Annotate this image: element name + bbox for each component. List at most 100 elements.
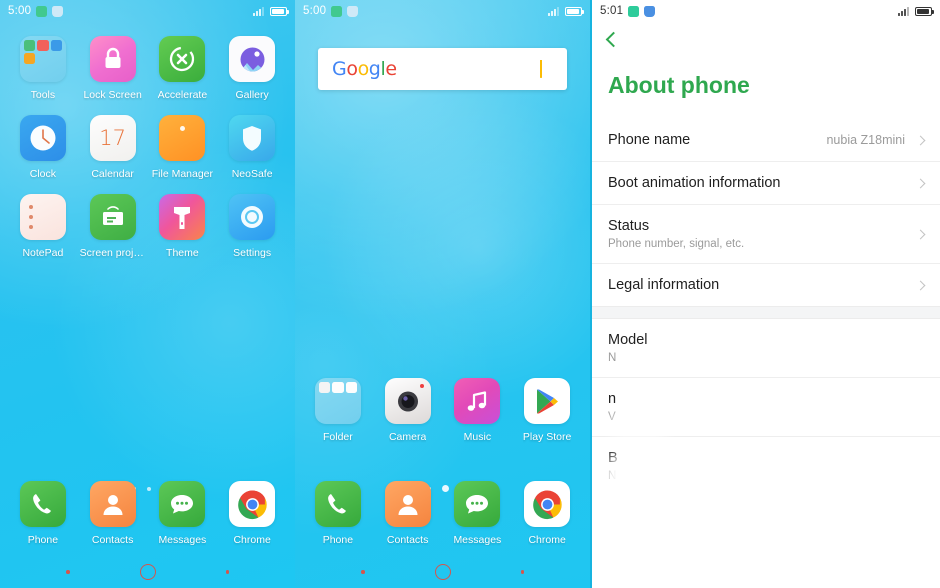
dock-item-phone[interactable]: Phone — [8, 481, 78, 546]
app-screen-projection[interactable]: Screen proje… — [78, 194, 148, 259]
calendar-day: 17 — [99, 126, 126, 150]
app-grid: Tools Lock Screen Accelerate Gallery Clo — [0, 22, 295, 259]
setting-row-legal-information[interactable]: Legal information — [592, 264, 940, 306]
app-grid-page-2: Folder Camera Music Play Store — [295, 378, 590, 443]
contacts-icon — [89, 481, 136, 527]
row-title: B — [608, 450, 618, 466]
battery-icon — [565, 6, 584, 16]
dock-item-messages[interactable]: Messages — [148, 481, 218, 546]
dock-item-chrome[interactable]: Chrome — [512, 481, 582, 546]
row-title: n — [608, 391, 617, 407]
gallery-sync-icon — [331, 5, 343, 17]
app-notepad[interactable]: NotePad — [8, 194, 78, 259]
gallery-sync-icon — [36, 5, 48, 17]
setting-row-phone-name[interactable]: Phone name nubia Z18mini — [592, 119, 940, 162]
messages-icon — [159, 481, 206, 527]
status-bar-left: 5:01 — [600, 5, 656, 17]
app-folder[interactable]: Folder — [303, 378, 373, 443]
phone-icon — [314, 481, 361, 527]
status-time: 5:01 — [600, 5, 624, 17]
neosafe-shield-icon — [229, 115, 276, 161]
app-accelerate[interactable]: Accelerate — [148, 36, 218, 101]
row-title: Model — [608, 332, 648, 348]
theme-icon — [159, 194, 206, 240]
status-bar-right — [548, 6, 584, 16]
shield-icon — [644, 5, 656, 17]
app-clock[interactable]: Clock — [8, 115, 78, 180]
nav-back-dot[interactable] — [66, 570, 70, 574]
status-bar: 5:00 — [0, 0, 295, 22]
home-screen-panel: 5:00 Tools Lock Screen Accelerate Galler… — [0, 0, 295, 588]
dock-label: Contacts — [91, 534, 134, 546]
setting-row-redacted-2[interactable]: n V — [592, 378, 940, 437]
dock-item-messages[interactable]: Messages — [443, 481, 513, 546]
settings-icon — [229, 194, 276, 240]
redaction-overlay-4 — [612, 536, 712, 556]
dock-label: Contacts — [386, 534, 429, 546]
app-label: Lock Screen — [83, 89, 142, 101]
gallery-sync-icon — [628, 5, 640, 17]
app-label: Clock — [29, 168, 56, 180]
setting-row-redacted-3[interactable]: B N — [592, 437, 940, 495]
signal-bars-icon — [253, 6, 264, 16]
row-subtitle: Phone number, signal, etc. — [608, 238, 745, 250]
google-folder-icon — [314, 378, 361, 424]
chevron-right-icon — [915, 178, 926, 188]
nav-back-dot[interactable] — [361, 570, 365, 574]
accelerate-icon — [159, 36, 206, 82]
home-button[interactable] — [139, 564, 156, 580]
app-label: Folder — [322, 431, 353, 443]
app-label: Settings — [233, 247, 272, 259]
back-chevron-icon[interactable] — [605, 31, 622, 48]
app-lock-screen[interactable]: Lock Screen — [78, 36, 148, 101]
dock-label: Chrome — [233, 534, 271, 546]
signal-bars-icon — [548, 6, 559, 16]
chevron-right-icon — [915, 280, 926, 290]
google-logo: Google — [332, 58, 397, 80]
chevron-right-icon — [915, 229, 926, 239]
app-label: Play Store — [522, 431, 572, 443]
app-neosafe[interactable]: NeoSafe — [217, 115, 287, 180]
app-file-manager[interactable]: File Manager — [148, 115, 218, 180]
dock-item-contacts[interactable]: Contacts — [373, 481, 443, 546]
battery-icon — [270, 6, 289, 16]
chrome-icon — [524, 481, 571, 527]
setting-row-boot-animation[interactable]: Boot animation information — [592, 162, 940, 205]
nav-recents-dot[interactable] — [225, 570, 229, 574]
home-screen-page-2-panel: 5:00 Google Folder Camera Music Play Sto… — [295, 0, 590, 588]
microphone-icon[interactable] — [540, 59, 553, 79]
setting-row-status[interactable]: Status Phone number, signal, etc. — [592, 205, 940, 264]
app-play-store[interactable]: Play Store — [512, 378, 582, 443]
dock-item-chrome[interactable]: Chrome — [217, 481, 287, 546]
app-label: Theme — [166, 247, 199, 259]
dock-label: Phone — [322, 534, 354, 546]
app-calendar[interactable]: 17 Calendar — [78, 115, 148, 180]
clock-icon — [19, 115, 66, 161]
row-value: nubia Z18mini — [826, 133, 905, 147]
row-title: Status — [608, 218, 650, 234]
home-button[interactable] — [434, 564, 451, 580]
tools-folder-icon — [19, 36, 66, 82]
app-theme[interactable]: Theme — [148, 194, 218, 259]
signal-bars-icon — [898, 6, 909, 16]
calendar-icon: 17 — [89, 115, 136, 161]
camera-icon — [384, 378, 431, 424]
app-tools[interactable]: Tools — [8, 36, 78, 101]
row-title: Boot animation information — [608, 175, 781, 191]
app-label: Music — [463, 431, 492, 443]
setting-row-model[interactable]: Model N — [592, 319, 940, 378]
google-search-bar[interactable]: Google — [318, 48, 567, 90]
app-label: Accelerate — [157, 89, 208, 101]
app-settings[interactable]: Settings — [217, 194, 287, 259]
dock-item-phone[interactable]: Phone — [303, 481, 373, 546]
app-camera[interactable]: Camera — [373, 378, 443, 443]
nav-recents-dot[interactable] — [520, 570, 524, 574]
shield-icon — [52, 5, 64, 17]
play-store-icon — [524, 378, 571, 424]
navigation-bar — [0, 556, 295, 588]
app-gallery[interactable]: Gallery — [217, 36, 287, 101]
dock-item-contacts[interactable]: Contacts — [78, 481, 148, 546]
app-music[interactable]: Music — [443, 378, 513, 443]
app-label: NotePad — [22, 247, 64, 259]
chevron-right-icon — [915, 135, 926, 145]
